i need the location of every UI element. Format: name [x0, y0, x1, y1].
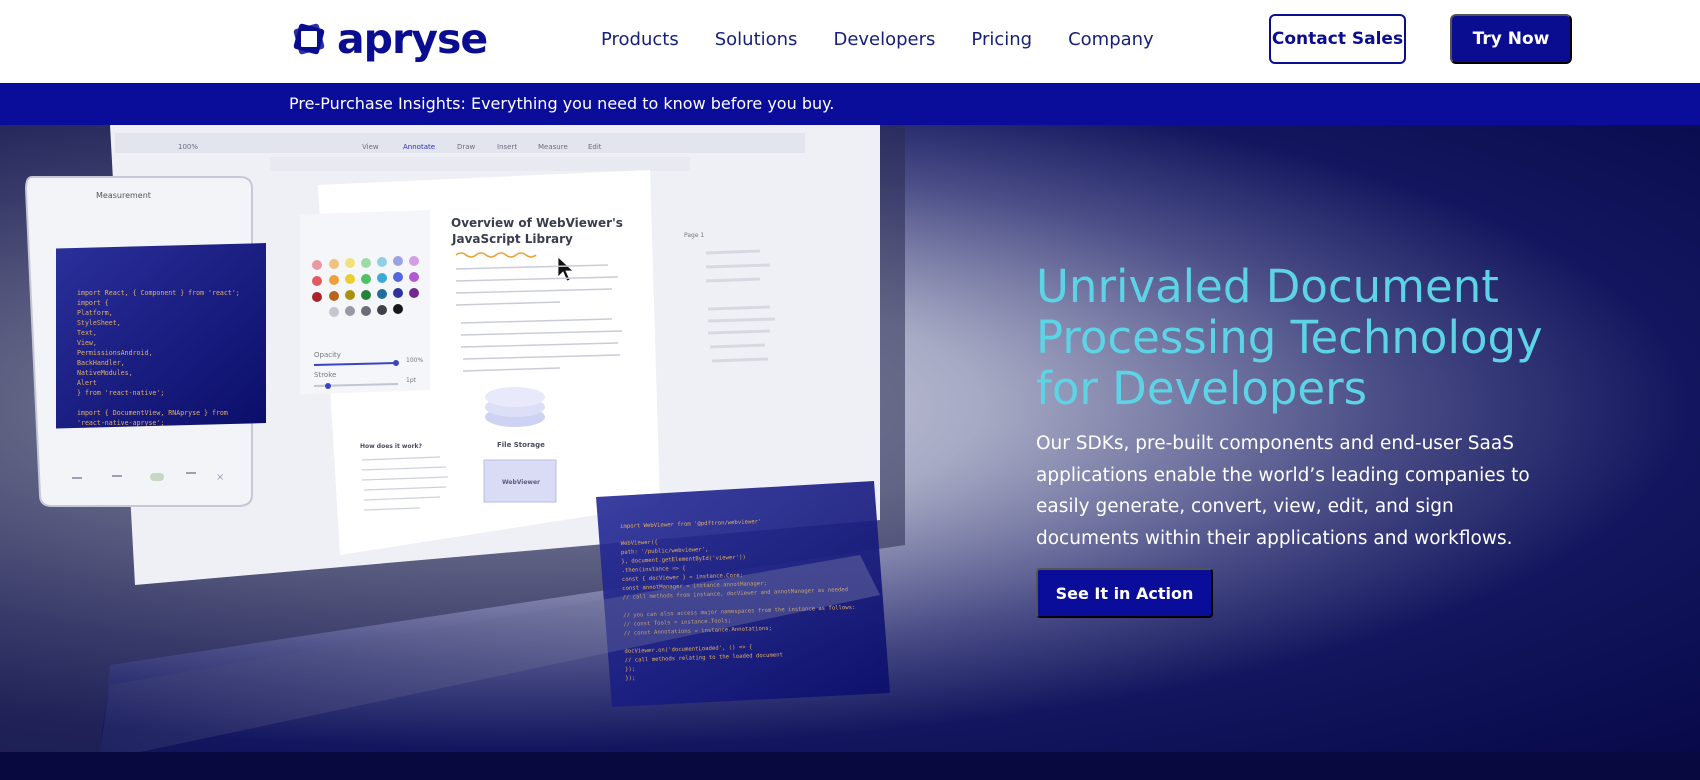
tab-draw: Draw [457, 143, 476, 151]
contact-sales-button[interactable]: Contact Sales [1269, 14, 1406, 64]
mobile-code-line-8: BackHandler, [77, 359, 125, 367]
opacity-label: Opacity [314, 351, 341, 359]
mobile-code-line-10: Alert [77, 379, 97, 387]
tab-view: View [362, 143, 379, 151]
apryse-logo-icon [293, 23, 325, 55]
hero-title-line-2: Processing Technology [1036, 311, 1543, 364]
promo-banner: Pre-Purchase Insights: Everything you ne… [0, 83, 1700, 125]
page-label: Page 1 [684, 232, 704, 239]
stroke-value: 1pt [406, 377, 417, 384]
nav-pricing[interactable]: Pricing [971, 28, 1032, 52]
nav-products[interactable]: Products [601, 28, 679, 52]
mobile-code-line-3: Platform, [77, 309, 113, 317]
tab-edit: Edit [588, 143, 602, 151]
color-picker-panel [300, 209, 430, 395]
opacity-slider-handle [393, 360, 399, 366]
tab-measure: Measure [538, 143, 568, 151]
main-nav: Products Solutions Developers Pricing Co… [601, 28, 1190, 52]
webviewer-label: WebViewer [502, 479, 540, 486]
see-it-in-action-button[interactable]: See It in Action [1036, 568, 1213, 618]
file-storage-icon [485, 387, 545, 427]
mobile-code-line-2: import { [77, 299, 109, 307]
stroke-slider-handle [325, 383, 331, 389]
mobile-code-line-5: Text, [77, 329, 97, 337]
nav-developers[interactable]: Developers [833, 28, 935, 52]
hero-description: Our SDKs, pre-built components and end-u… [1036, 433, 1530, 549]
stroke-label: Stroke [314, 371, 336, 379]
annotation-toolbar [270, 157, 690, 171]
hero-title-line-1: Unrivaled Document [1036, 260, 1499, 313]
banner-link[interactable]: Pre-Purchase Insights: Everything you ne… [289, 94, 834, 114]
site-header: apryse Products Solutions Developers Pri… [0, 0, 1700, 83]
try-now-button[interactable]: Try Now [1450, 14, 1572, 64]
zoom-readout: 100% [178, 143, 198, 151]
product-illustration: 100% View Annotate Draw Insert Measure E… [0, 125, 905, 752]
nav-company[interactable]: Company [1068, 28, 1154, 52]
how-it-works-heading: How does it work? [360, 443, 423, 450]
mobile-code-line-1: import React, { Component } from 'react'… [77, 289, 240, 297]
document-title-line2: JavaScript Library [451, 232, 573, 246]
mobile-code-line-11: } from 'react-native'; [77, 389, 164, 397]
tab-annotate: Annotate [403, 143, 435, 151]
overlay-code-line-17: }); [625, 667, 635, 673]
opacity-value: 100% [406, 357, 423, 364]
brand-name: apryse [337, 14, 488, 63]
hero-title: Unrivaled Document Processing Technology… [1036, 261, 1596, 414]
document-title-line1: Overview of WebViewer's [451, 216, 623, 230]
tab-insert: Insert [497, 143, 517, 151]
mobile-code-line-6: View, [77, 339, 97, 347]
mobile-code-line-4: StyleSheet, [77, 319, 121, 327]
brand-logo[interactable]: apryse [289, 14, 488, 63]
measurement-panel-label: Measurement [96, 191, 151, 200]
mobile-code-line-7: PermissionsAndroid, [77, 349, 152, 357]
hero-section: 100% View Annotate Draw Insert Measure E… [0, 125, 1700, 752]
file-storage-label: File Storage [497, 441, 545, 449]
mobile-code-line-9: NativeModules, [77, 369, 133, 377]
mobile-code-line-14: 'react-native-apryse'; [77, 419, 164, 427]
svg-text:×: × [216, 472, 224, 483]
mobile-code-line-13: import { DocumentView, RNApryse } from [77, 409, 228, 417]
next-section-edge [0, 752, 1700, 780]
overlay-code-line-18: }); [625, 676, 635, 682]
hero-title-line-3: for Developers [1036, 362, 1368, 415]
nav-solutions[interactable]: Solutions [715, 28, 798, 52]
